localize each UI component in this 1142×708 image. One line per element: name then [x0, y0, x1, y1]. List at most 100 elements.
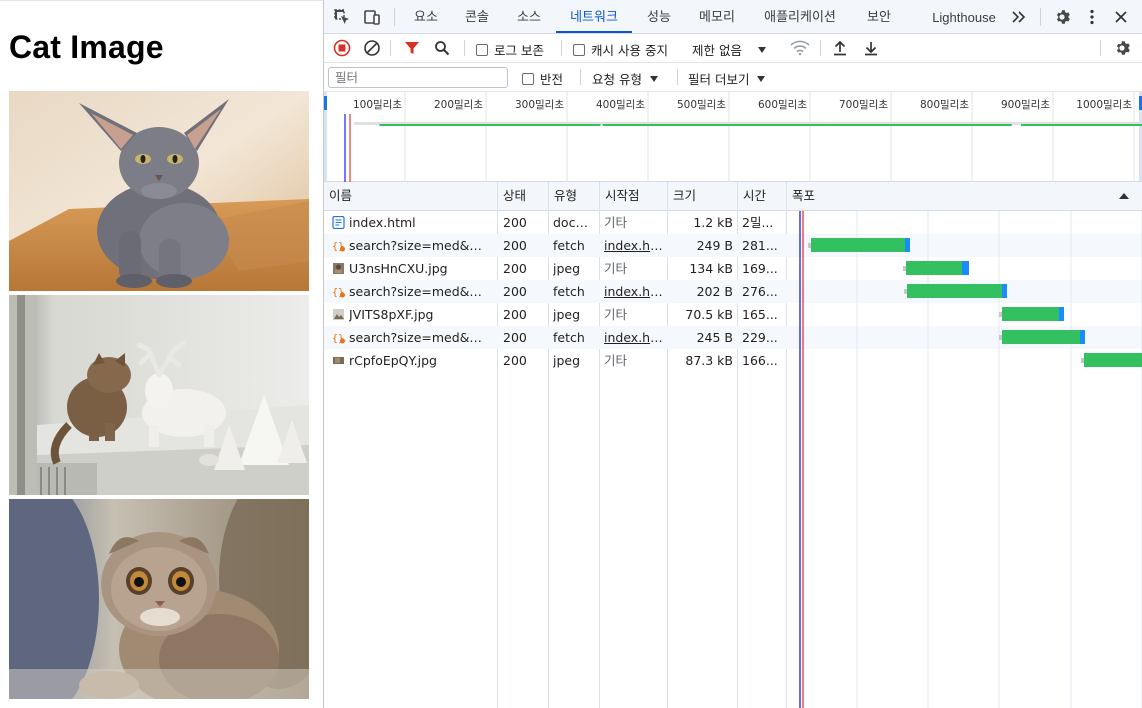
column-header-initiator[interactable]: 시작점 [600, 182, 640, 210]
request-name: search?size=med&mi... [349, 284, 494, 299]
request-initiator-link[interactable]: index.ht... [604, 234, 664, 257]
request-status: 200 [503, 261, 527, 276]
cat-image-1 [9, 91, 309, 291]
request-size: 202 B [696, 284, 733, 299]
tab-application[interactable]: 애플리케이션 [758, 0, 842, 33]
request-size: 70.5 kB [685, 307, 733, 322]
inspect-element-icon[interactable] [332, 7, 352, 27]
tab-console[interactable]: 콘솔 [460, 0, 494, 33]
disable-cache-checkbox[interactable]: 캐시 사용 중지 [573, 40, 668, 59]
tab-lighthouse[interactable]: Lighthouse [928, 0, 1000, 33]
invert-box[interactable] [522, 72, 534, 85]
toolbar-separator [580, 69, 581, 85]
waterfall-waiting-bar [1084, 353, 1142, 367]
search-icon[interactable] [432, 38, 452, 58]
overview-tick: 700밀리초 [838, 99, 888, 111]
waterfall-waiting-bar [906, 261, 962, 275]
chevrons-right-icon[interactable] [1009, 7, 1029, 27]
column-header-size[interactable]: 크기 [668, 182, 696, 210]
filter-funnel-icon[interactable] [402, 38, 422, 58]
overview-request-bar [379, 124, 601, 126]
close-icon[interactable] [1111, 7, 1131, 27]
request-size: 249 B [696, 238, 733, 253]
sort-ascending-icon[interactable] [1119, 193, 1129, 199]
request-type: jpeg [553, 261, 581, 276]
network-table-header: 이름 상태 유형 시작점 크기 시간 폭포 [324, 182, 1142, 211]
request-type-dropdown[interactable]: 요청 유형 [592, 69, 658, 88]
toolbar-separator [464, 40, 465, 56]
column-header-time[interactable]: 시간 [738, 182, 766, 210]
waterfall-waiting-bar [907, 284, 1002, 298]
waterfall-queue-bar [808, 243, 811, 248]
toolbar-separator [561, 40, 562, 56]
overview-request-bar [828, 124, 1012, 126]
network-conditions-wifi-icon[interactable] [790, 38, 810, 58]
tab-network[interactable]: 네트워크 [556, 0, 632, 33]
image-icon [333, 357, 344, 364]
cat-photo-2 [9, 295, 309, 495]
settings-gear-icon[interactable] [1052, 7, 1072, 27]
overview-tick: 100밀리초 [352, 99, 402, 111]
more-filters-dropdown[interactable]: 필터 더보기 [688, 69, 766, 88]
toolbar-separator [677, 69, 678, 85]
network-settings-gear-icon[interactable] [1112, 38, 1132, 58]
export-har-download-icon[interactable] [861, 38, 881, 58]
throttling-select[interactable]: 제한 없음 [692, 40, 766, 59]
overview-tick: 400밀리초 [595, 99, 645, 111]
column-header-type[interactable]: 유형 [549, 182, 577, 210]
preserve-log-label: 로그 보존 [494, 43, 544, 58]
more-vertical-icon[interactable] [1082, 7, 1102, 27]
document-icon [332, 216, 345, 229]
overview-tick: 1000밀리초 [1076, 99, 1132, 111]
request-type: fetch [553, 284, 585, 299]
invert-checkbox[interactable]: 반전 [522, 69, 563, 88]
filter-bar: 반전 요청 유형 필터 더보기 [324, 63, 1142, 92]
network-overview[interactable]: 100밀리초 200밀리초 300밀리초 400밀리초 500밀리초 600밀리… [324, 92, 1142, 182]
request-size: 134 kB [689, 261, 733, 276]
devtools-tabbar: 요소 콘솔 소스 네트워크 성능 메모리 애플리케이션 보안 Lighthous… [324, 0, 1142, 34]
request-size: 1.2 kB [693, 215, 733, 230]
column-header-name[interactable]: 이름 [324, 182, 352, 210]
tab-sources[interactable]: 소스 [512, 0, 546, 33]
tab-security[interactable]: 보안 [862, 0, 896, 33]
request-type: fetch [553, 238, 585, 253]
tabbar-separator [1040, 8, 1041, 26]
preserve-log-box[interactable] [476, 43, 488, 56]
clear-icon[interactable] [362, 38, 382, 58]
request-initiator: 기타 [604, 307, 628, 322]
throttling-value: 제한 없음 [692, 43, 742, 58]
request-name: search?size=med&mi... [349, 238, 494, 253]
request-initiator-link[interactable]: index.ht... [604, 280, 664, 303]
waterfall-queue-bar [1081, 358, 1084, 363]
waterfall-queue-bar [904, 289, 907, 294]
overview-request-bar [605, 124, 829, 126]
fetch-icon: {} [332, 288, 345, 298]
fetch-icon: {} [332, 242, 345, 252]
fetch-icon: {} [332, 334, 345, 344]
filter-input[interactable] [328, 67, 508, 88]
tab-memory[interactable]: 메모리 [694, 0, 740, 33]
overview-left-grip [324, 96, 327, 110]
request-type: jpeg [553, 307, 581, 322]
request-initiator: 기타 [604, 261, 628, 276]
import-har-upload-icon[interactable] [830, 38, 850, 58]
tab-elements[interactable]: 요소 [409, 0, 443, 33]
request-time: 281... [742, 238, 778, 253]
network-toolbar: 로그 보존 캐시 사용 중지 제한 없음 [324, 34, 1142, 63]
request-size: 87.3 kB [685, 353, 733, 368]
request-type: docu... [553, 215, 595, 230]
preserve-log-checkbox[interactable]: 로그 보존 [476, 40, 544, 59]
request-time: 276... [742, 284, 778, 299]
dropdown-arrow-icon [757, 46, 766, 53]
record-stop-icon[interactable] [332, 38, 352, 58]
waterfall-download-bar [962, 261, 969, 275]
column-header-status[interactable]: 상태 [498, 182, 526, 210]
request-name: JVITS8pXF.jpg [349, 307, 434, 322]
disable-cache-box[interactable] [573, 43, 585, 56]
overview-tick: 300밀리초 [514, 99, 564, 111]
tab-performance[interactable]: 성능 [642, 0, 676, 33]
request-time: 2밀... [742, 215, 774, 230]
column-header-waterfall[interactable]: 폭포 [787, 182, 815, 210]
request-initiator-link[interactable]: index.ht... [604, 326, 664, 349]
device-toolbar-icon[interactable] [362, 7, 382, 27]
